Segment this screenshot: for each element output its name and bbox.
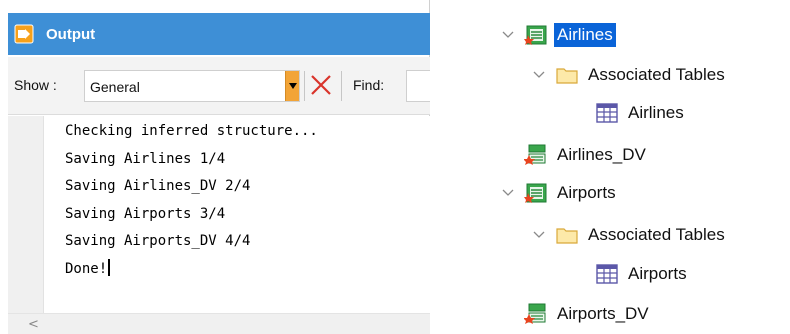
chevron-down-icon[interactable] <box>500 27 516 43</box>
horizontal-scrollbar[interactable]: < <box>8 313 430 334</box>
output-toolbar: Show : General Find: <box>8 57 430 115</box>
toolbar-separator <box>341 71 342 101</box>
table-icon <box>595 101 619 125</box>
clear-output-button[interactable] <box>309 73 333 97</box>
tree-node-label: Airlines <box>628 103 684 122</box>
folder-icon <box>555 63 579 87</box>
tree-node-airports[interactable]: Airports <box>500 178 619 208</box>
tree-node-associated-tables[interactable]: Associated Tables <box>531 60 728 90</box>
transaction-icon <box>524 181 548 205</box>
tree-node-label: Associated Tables <box>588 65 725 84</box>
toolbar-separator <box>304 71 305 101</box>
output-icon <box>14 24 34 44</box>
data-view-icon <box>523 143 548 167</box>
show-label: Show : <box>14 77 57 93</box>
text-cursor <box>108 258 111 276</box>
chevron-down-icon[interactable] <box>285 71 299 101</box>
tree-node-airports-table[interactable]: Airports <box>595 259 690 289</box>
output-panel: Output Show : General Find: Checking inf… <box>0 0 430 334</box>
console-lines: Checking inferred structure... Saving Air… <box>65 118 318 283</box>
find-label: Find: <box>353 77 385 93</box>
tree-node-label: Airports_DV <box>557 304 649 323</box>
show-dropdown-value: General <box>90 79 140 95</box>
tree-node-label: Airlines <box>554 23 616 47</box>
tree-node-airlines-table[interactable]: Airlines <box>595 98 687 128</box>
tree-node-airports-dv[interactable]: Airports_DV <box>523 299 652 329</box>
output-header: Output <box>8 13 430 55</box>
console-line: Saving Airlines 1/4 <box>65 150 226 167</box>
console-line: Saving Airports_DV 4/4 <box>65 233 251 249</box>
tree-node-label: Airports <box>557 183 616 202</box>
show-dropdown[interactable]: General <box>84 70 300 102</box>
chevron-down-icon[interactable] <box>531 227 547 243</box>
tree-node-airlines[interactable]: Airlines <box>500 20 616 50</box>
console-line: Checking inferred structure... <box>65 123 318 139</box>
scroll-left-arrow-icon[interactable]: < <box>28 317 39 332</box>
tree-node-label: Associated Tables <box>588 225 725 244</box>
folder-icon <box>555 223 579 247</box>
data-view-icon <box>523 302 548 326</box>
console-line: Done! <box>65 260 108 277</box>
console-line-last: Done! <box>65 256 318 284</box>
close-icon <box>311 75 331 95</box>
console-line: Saving Airports 3/4 <box>65 205 226 222</box>
object-tree: Airlines Associated Tables Airlines Airl… <box>430 0 790 334</box>
tree-node-airlines-dv[interactable]: Airlines_DV <box>523 140 649 170</box>
chevron-down-icon[interactable] <box>531 67 547 83</box>
find-input[interactable] <box>406 70 430 102</box>
tree-node-associated-tables[interactable]: Associated Tables <box>531 220 728 250</box>
output-console[interactable]: Checking inferred structure... Saving Air… <box>8 116 430 313</box>
console-line: Saving Airlines_DV 2/4 <box>65 178 251 194</box>
tree-node-label: Airlines_DV <box>557 145 646 164</box>
output-title: Output <box>46 25 96 43</box>
transaction-icon <box>524 23 548 47</box>
table-icon <box>595 262 619 286</box>
console-gutter <box>8 116 44 313</box>
chevron-down-icon[interactable] <box>500 185 516 201</box>
tree-node-label: Airports <box>628 264 687 283</box>
